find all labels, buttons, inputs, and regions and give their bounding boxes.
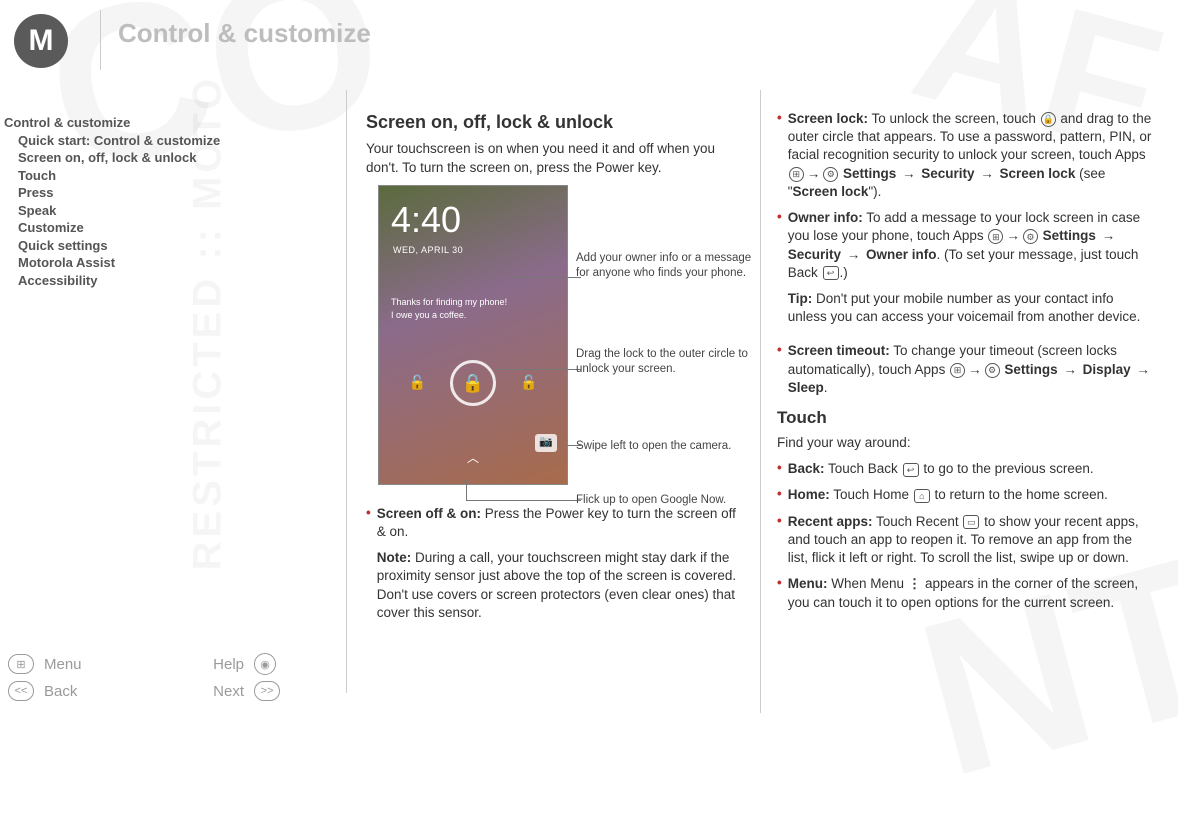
lockscreen-mock: 4:40 WED, APRIL 30 Thanks for finding my… [378,185,568,485]
recent-icon: ▭ [963,515,979,529]
touch-intro: Find your way around: [777,434,1154,452]
toc-item[interactable]: Quick settings [4,237,304,255]
gear-icon: ⚙ [823,167,838,182]
intro-text: Your touchscreen is on when you need it … [366,140,744,176]
chevron-up-icon: ︿ [379,450,567,466]
bullet-menu: •Menu: When Menu ⋮ appears in the corner… [777,575,1154,611]
gear-icon: ⚙ [1023,229,1038,244]
bullet-screen-timeout: • Screen timeout: To change your timeout… [777,342,1154,397]
clock-time: 4:40 [379,186,567,245]
callout-line [466,480,467,500]
apps-icon: ⊞ [988,229,1003,244]
column-divider [346,90,347,693]
toc-item[interactable]: Screen on, off, lock & unlock [4,149,304,167]
clock-date: WED, APRIL 30 [379,244,567,256]
unlock-target-icon: 🔓 [520,373,537,392]
motorola-logo: M [14,14,68,68]
next-button[interactable]: Next [174,683,244,700]
next-icon[interactable]: >> [254,681,280,701]
page-title: Control & customize [118,18,371,49]
apps-icon: ⊞ [950,363,965,378]
section-heading: Screen on, off, lock & unlock [366,110,744,134]
bullet-screen-lock: • Screen lock: To unlock the screen, tou… [777,110,1154,201]
callout-line [496,369,581,370]
toc-item[interactable]: Quick start: Control & customize [4,132,304,150]
toc-item[interactable]: Accessibility [4,272,304,290]
column-1: Screen on, off, lock & unlock Your touch… [350,90,760,713]
callout-line [511,277,581,278]
section-heading-touch: Touch [777,407,1154,430]
callout-gnow: Flick up to open Google Now. [576,493,726,509]
help-button[interactable]: Help [174,656,244,673]
callout-drag: Drag the lock to the outer circle to unl… [576,347,756,378]
back-arrow-icon: ↩ [823,266,839,280]
home-icon: ⌂ [914,489,930,503]
callout-camera: Swipe left to open the camera. [576,439,731,455]
menu-dots-icon: ⋮ [908,576,922,591]
menu-icon[interactable]: ⊞ [8,654,34,674]
back-arrow-icon: ↩ [903,463,919,477]
bullet-owner-info: • Owner info: To add a message to your l… [777,209,1154,334]
bullet-screen-off-on: • Screen off & on: Press the Power key t… [366,505,744,630]
lock-icon: 🔒 [450,360,496,406]
bullet-home: •Home: Touch Home ⌂ to return to the hom… [777,486,1154,504]
bullet-recent: •Recent apps: Touch Recent ▭ to show you… [777,513,1154,568]
apps-icon: ⊞ [789,167,804,182]
callout-line [466,500,581,501]
lock-icon: 🔒 [1041,112,1056,127]
toc-item[interactable]: Press [4,184,304,202]
toc-item[interactable]: Touch [4,167,304,185]
bullet-back: •Back: Touch Back ↩ to go to the previou… [777,460,1154,478]
help-icon[interactable]: ◉ [254,653,276,675]
toc-item[interactable]: Customize [4,219,304,237]
table-of-contents: Control & customize Quick start: Control… [4,114,304,289]
back-button[interactable]: Back [44,683,164,700]
toc-root[interactable]: Control & customize [4,114,304,132]
back-icon[interactable]: << [8,681,34,701]
menu-button[interactable]: Menu [44,656,164,673]
toc-item[interactable]: Motorola Assist [4,254,304,272]
unlock-open-icon: 🔓 [409,373,426,392]
bottom-nav: ⊞ Menu Help ◉ << Back Next >> [8,647,308,701]
gear-icon: ⚙ [985,363,1000,378]
callout-owner: Add your owner info or a message for any… [576,251,756,282]
toc-item[interactable]: Speak [4,202,304,220]
header-divider [100,10,101,70]
column-2: • Screen lock: To unlock the screen, tou… [760,90,1170,713]
owner-info-text: Thanks for finding my phone! I owe you a… [379,256,567,321]
